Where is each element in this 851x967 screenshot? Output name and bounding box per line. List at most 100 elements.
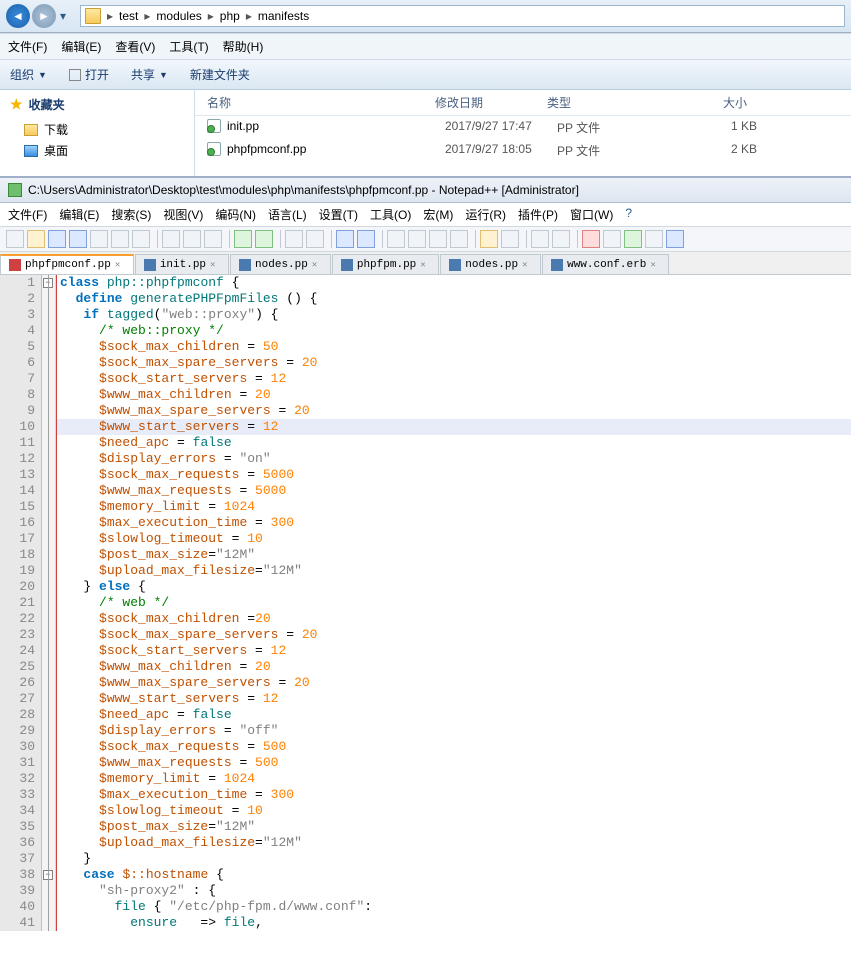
tb-find-icon[interactable] bbox=[285, 230, 303, 248]
tab-close-icon[interactable]: ✕ bbox=[312, 260, 322, 270]
tb-cut-icon[interactable] bbox=[162, 230, 180, 248]
tb-new-icon[interactable] bbox=[6, 230, 24, 248]
tab-close-icon[interactable]: ✕ bbox=[522, 260, 532, 270]
npp-menu-file[interactable]: 文件(F) bbox=[8, 206, 47, 223]
address-bar[interactable]: ▸ test ▸ modules ▸ php ▸ manifests bbox=[80, 5, 845, 27]
sidebar-desktop[interactable]: 桌面 bbox=[10, 140, 184, 161]
editor-tab[interactable]: phpfpmconf.pp ✕ bbox=[0, 254, 134, 274]
open-icon bbox=[69, 69, 81, 81]
line-gutter: 1234567891011121314151617181920212223242… bbox=[0, 275, 42, 931]
folder-icon bbox=[85, 8, 101, 24]
tb-saveall-icon[interactable] bbox=[69, 230, 87, 248]
menu-file[interactable]: 文件(F) bbox=[8, 38, 47, 55]
editor-tab[interactable]: phpfpm.pp✕ bbox=[332, 254, 439, 274]
breadcrumb-part[interactable]: manifests bbox=[254, 9, 313, 23]
tb-wrap-icon[interactable] bbox=[408, 230, 426, 248]
breadcrumb-part[interactable]: modules bbox=[152, 9, 205, 23]
tb-sync-icon[interactable] bbox=[387, 230, 405, 248]
menu-tools[interactable]: 工具(T) bbox=[169, 38, 208, 55]
file-name: init.pp bbox=[227, 119, 445, 136]
fold-column[interactable]: −− bbox=[42, 275, 56, 931]
npp-menu-plugins[interactable]: 插件(P) bbox=[518, 206, 558, 223]
col-date[interactable]: 修改日期 bbox=[435, 94, 547, 111]
file-row[interactable]: phpfpmconf.pp 2017/9/27 18:05 PP 文件 2 KB bbox=[195, 139, 851, 162]
breadcrumb-part[interactable]: php bbox=[216, 9, 244, 23]
file-date: 2017/9/27 17:47 bbox=[445, 119, 557, 136]
open-button[interactable]: 打开 bbox=[69, 66, 109, 83]
editor-tab[interactable]: nodes.pp✕ bbox=[440, 254, 541, 274]
file-name: phpfpmconf.pp bbox=[227, 142, 445, 159]
tb-playmulti-icon[interactable] bbox=[645, 230, 663, 248]
tb-save-icon[interactable] bbox=[48, 230, 66, 248]
tb-docmap-icon[interactable] bbox=[501, 230, 519, 248]
sidebar-downloads[interactable]: 下载 bbox=[10, 119, 184, 140]
npp-menu-encoding[interactable]: 编码(N) bbox=[215, 206, 256, 223]
tb-undo-icon[interactable] bbox=[234, 230, 252, 248]
tb-copy-icon[interactable] bbox=[183, 230, 201, 248]
tab-close-icon[interactable]: ✕ bbox=[115, 260, 125, 270]
npp-menu-macro[interactable]: 宏(M) bbox=[423, 206, 453, 223]
npp-menu-window[interactable]: 窗口(W) bbox=[570, 206, 613, 223]
tb-monitor-icon[interactable] bbox=[552, 230, 570, 248]
tb-allchars-icon[interactable] bbox=[429, 230, 447, 248]
tab-label: www.conf.erb bbox=[567, 259, 646, 271]
tab-icon bbox=[551, 259, 563, 271]
tb-redo-icon[interactable] bbox=[255, 230, 273, 248]
file-size: 1 KB bbox=[697, 119, 757, 136]
tb-zoomin-icon[interactable] bbox=[336, 230, 354, 248]
file-row[interactable]: init.pp 2017/9/27 17:47 PP 文件 1 KB bbox=[195, 116, 851, 139]
tb-print-icon[interactable] bbox=[132, 230, 150, 248]
col-type[interactable]: 类型 bbox=[547, 94, 687, 111]
nav-history-dropdown[interactable]: ▾ bbox=[60, 9, 72, 23]
tb-open-icon[interactable] bbox=[27, 230, 45, 248]
editor-tab[interactable]: www.conf.erb ✕ bbox=[542, 254, 669, 274]
editor-tab[interactable]: init.pp✕ bbox=[135, 254, 229, 274]
tab-icon bbox=[449, 259, 461, 271]
new-folder-button[interactable]: 新建文件夹 bbox=[190, 66, 250, 83]
npp-menu-edit[interactable]: 编辑(E) bbox=[59, 206, 99, 223]
tb-close-icon[interactable] bbox=[90, 230, 108, 248]
tb-paste-icon[interactable] bbox=[204, 230, 222, 248]
npp-menu-view[interactable]: 视图(V) bbox=[163, 206, 203, 223]
tab-label: phpfpmconf.pp bbox=[25, 259, 111, 271]
share-button[interactable]: 共享▼ bbox=[131, 66, 168, 83]
sidebar-label: 下载 bbox=[44, 121, 68, 138]
code-editor[interactable]: class php::phpfpmconf { define generateP… bbox=[56, 275, 851, 931]
nav-back-button[interactable]: ◄ bbox=[6, 4, 30, 28]
editor-tab[interactable]: nodes.pp✕ bbox=[230, 254, 331, 274]
npp-menu-search[interactable]: 搜索(S) bbox=[111, 206, 151, 223]
tab-close-icon[interactable]: ✕ bbox=[420, 260, 430, 270]
favorites-label: 收藏夹 bbox=[29, 96, 65, 113]
npp-menu-settings[interactable]: 设置(T) bbox=[319, 206, 358, 223]
tab-close-icon[interactable]: ✕ bbox=[210, 260, 220, 270]
npp-icon bbox=[8, 183, 22, 197]
tb-folder-icon[interactable] bbox=[531, 230, 549, 248]
tb-indent-icon[interactable] bbox=[450, 230, 468, 248]
tb-stop-icon[interactable] bbox=[603, 230, 621, 248]
npp-menu-run[interactable]: 运行(R) bbox=[465, 206, 506, 223]
npp-title-text: C:\Users\Administrator\Desktop\test\modu… bbox=[28, 183, 579, 197]
nav-forward-button[interactable]: ► bbox=[32, 4, 56, 28]
tb-funclist-icon[interactable] bbox=[480, 230, 498, 248]
tb-savemacro-icon[interactable] bbox=[666, 230, 684, 248]
organize-button[interactable]: 组织▼ bbox=[10, 66, 47, 83]
npp-menu-help[interactable]: ? bbox=[625, 206, 632, 223]
tb-replace-icon[interactable] bbox=[306, 230, 324, 248]
tab-close-icon[interactable]: ✕ bbox=[650, 260, 660, 270]
menu-help[interactable]: 帮助(H) bbox=[223, 38, 264, 55]
menu-view[interactable]: 查看(V) bbox=[115, 38, 155, 55]
tb-play-icon[interactable] bbox=[624, 230, 642, 248]
breadcrumb-part[interactable]: test bbox=[115, 9, 142, 23]
npp-menu-language[interactable]: 语言(L) bbox=[268, 206, 307, 223]
col-name[interactable]: 名称 bbox=[195, 94, 435, 111]
file-type: PP 文件 bbox=[557, 142, 697, 159]
tb-record-icon[interactable] bbox=[582, 230, 600, 248]
breadcrumb-sep: ▸ bbox=[105, 9, 115, 23]
npp-menu-tools[interactable]: 工具(O) bbox=[370, 206, 411, 223]
col-size[interactable]: 大小 bbox=[687, 94, 747, 111]
tb-zoomout-icon[interactable] bbox=[357, 230, 375, 248]
favorites-section[interactable]: ★ 收藏夹 bbox=[10, 96, 184, 113]
breadcrumb-sep: ▸ bbox=[244, 9, 254, 23]
menu-edit[interactable]: 编辑(E) bbox=[61, 38, 101, 55]
tb-closeall-icon[interactable] bbox=[111, 230, 129, 248]
